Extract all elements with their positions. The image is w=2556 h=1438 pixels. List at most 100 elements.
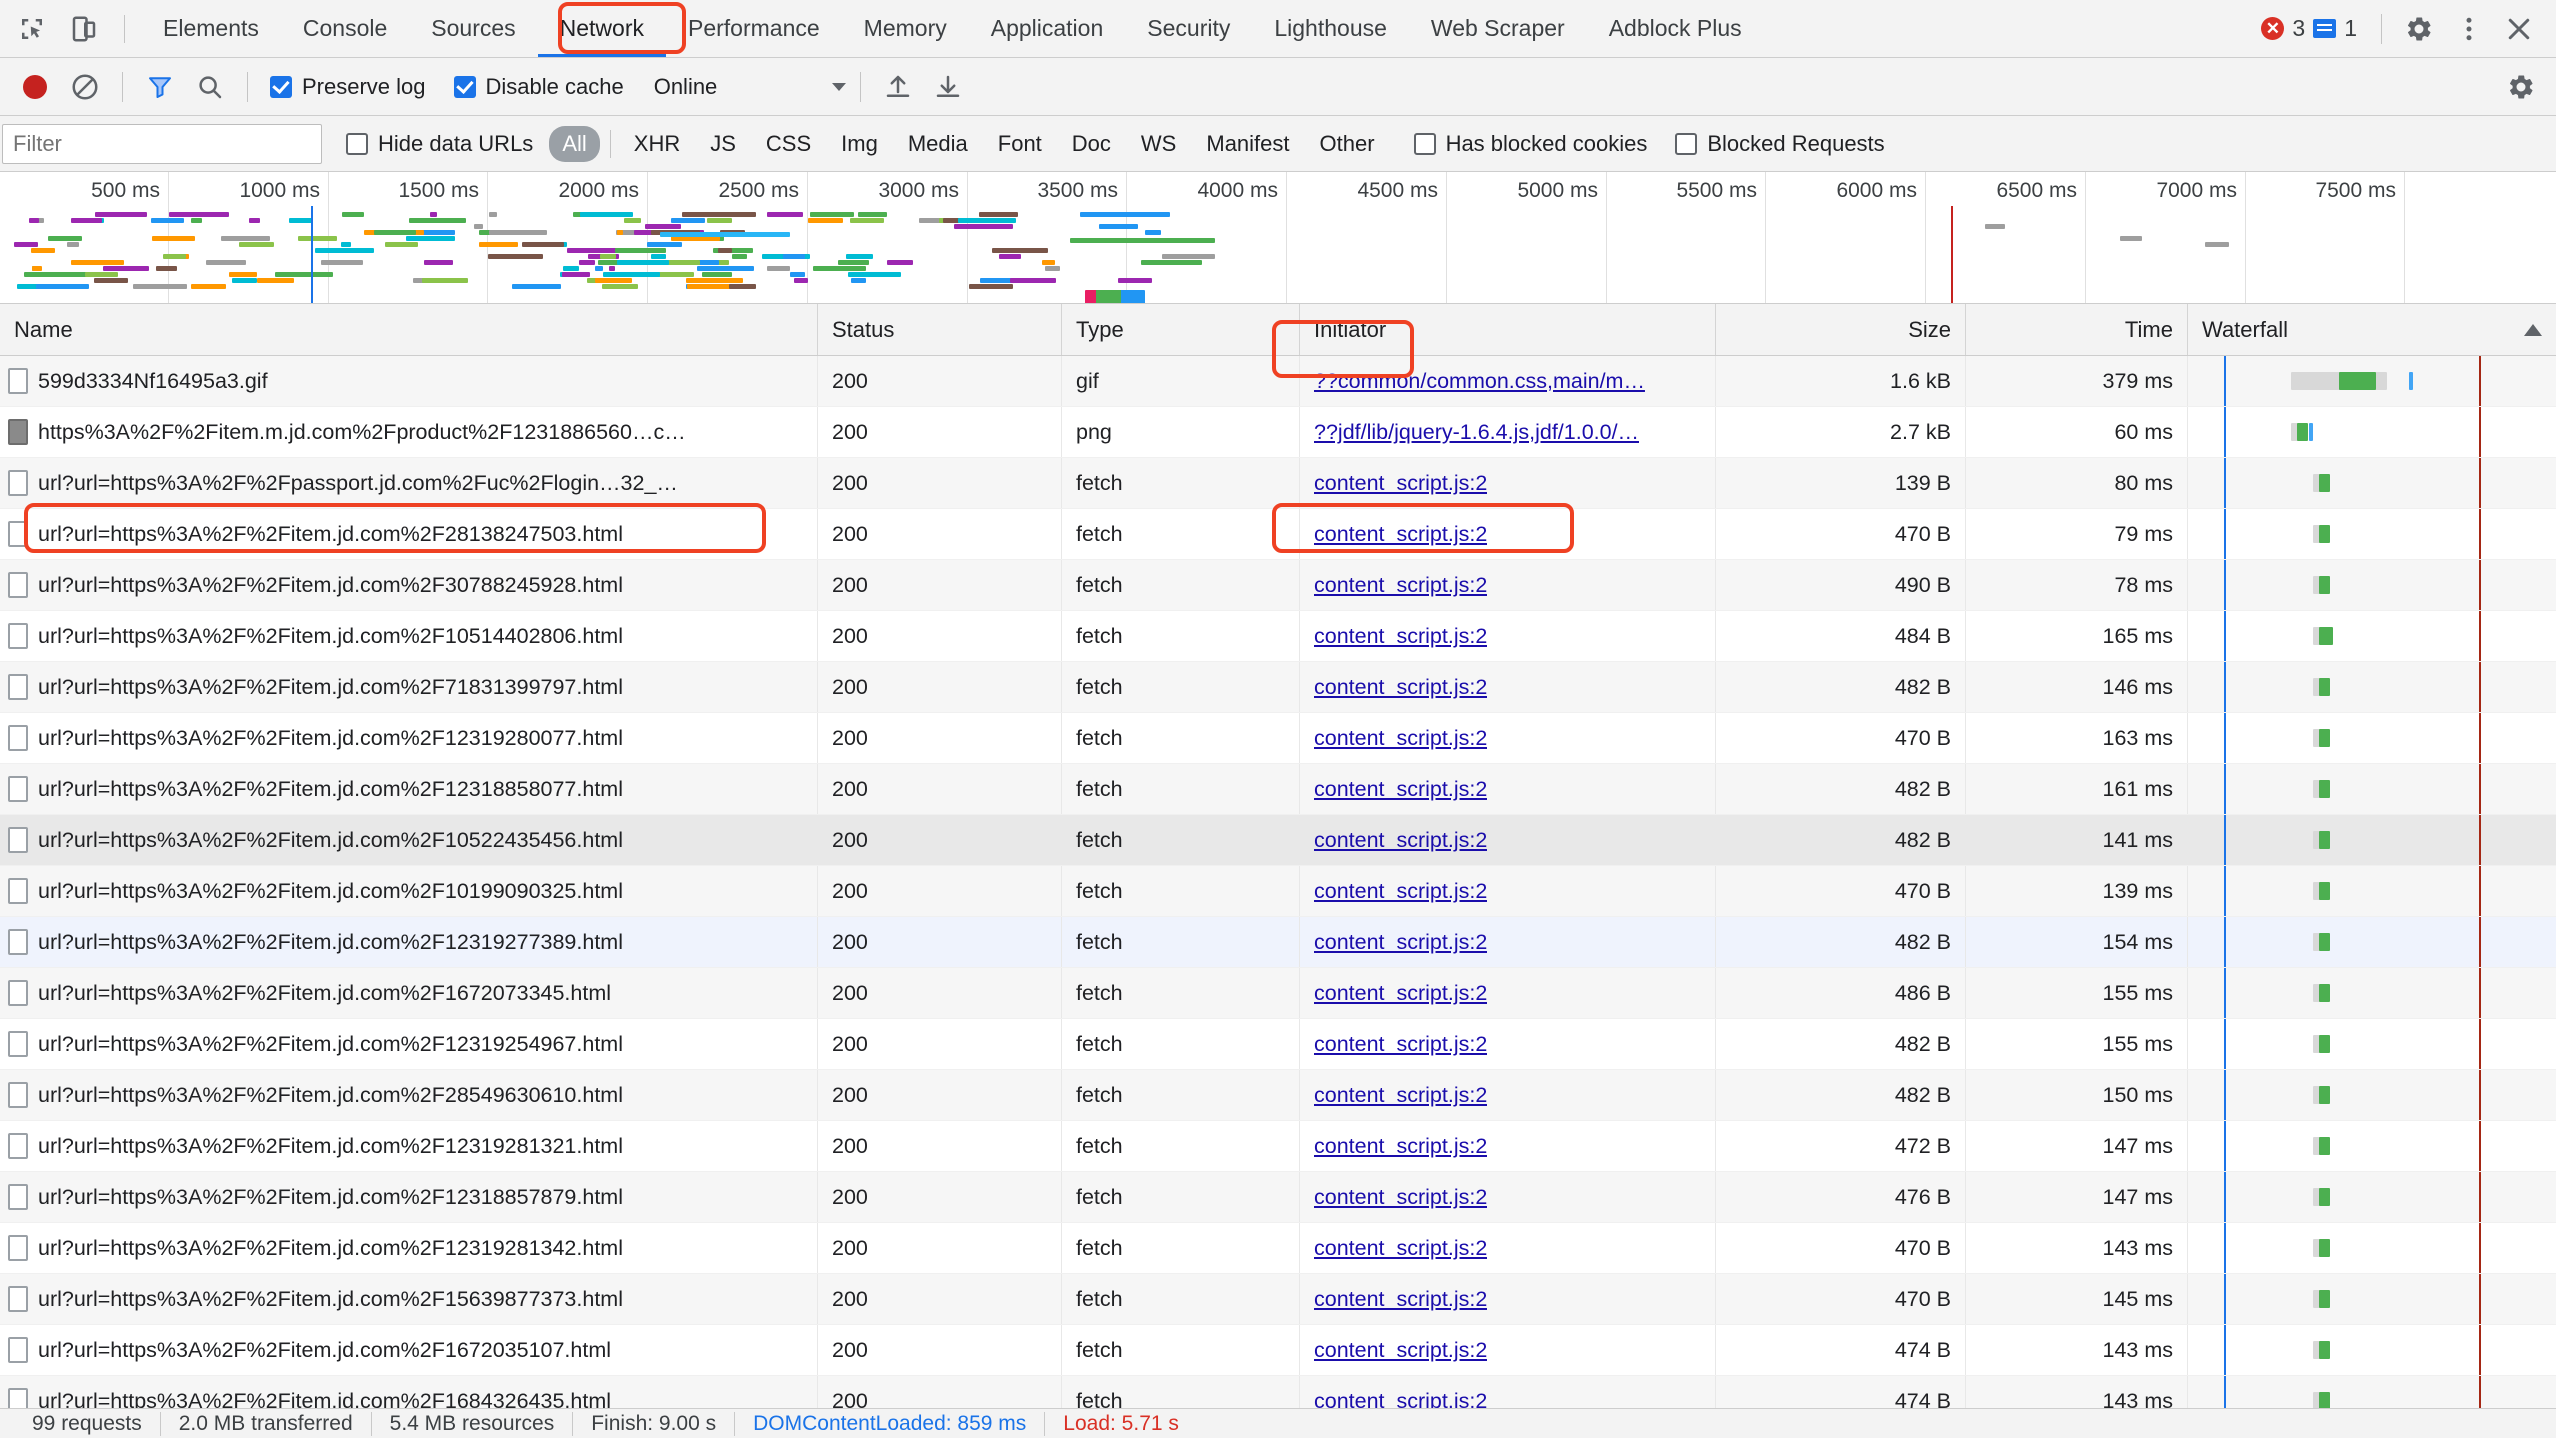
filter-type-css[interactable]: CSS [753,126,824,162]
table-row[interactable]: url?url=https%3A%2F%2Fitem.jd.com%2F1051… [0,611,2556,662]
filter-type-xhr[interactable]: XHR [621,126,693,162]
has-blocked-cookies-checkbox[interactable]: Has blocked cookies [1413,131,1647,157]
table-row[interactable]: url?url=https%3A%2F%2Fitem.jd.com%2F1672… [0,1325,2556,1376]
cell-name[interactable]: https%3A%2F%2Fitem.m.jd.com%2Fproduct%2F… [0,407,818,457]
settings-gear-icon[interactable] [2396,6,2442,52]
table-row[interactable]: url?url=https%3A%2F%2Fitem.jd.com%2F1019… [0,866,2556,917]
initiator-link[interactable]: content_script.js:2 [1314,981,1487,1006]
tab-web-scraper[interactable]: Web Scraper [1409,0,1587,57]
cell-name[interactable]: url?url=https%3A%2F%2Fitem.jd.com%2F1231… [0,917,818,967]
initiator-link[interactable]: content_script.js:2 [1314,1134,1487,1159]
initiator-link[interactable]: content_script.js:2 [1314,726,1487,751]
table-row[interactable]: url?url=https%3A%2F%2Fitem.jd.com%2F1231… [0,1019,2556,1070]
cell-name[interactable]: url?url=https%3A%2F%2Fitem.jd.com%2F1231… [0,1172,818,1222]
cell-name[interactable]: url?url=https%3A%2F%2Fitem.jd.com%2F2813… [0,509,818,559]
initiator-link[interactable]: content_script.js:2 [1314,1287,1487,1312]
export-har-icon[interactable] [925,64,971,110]
initiator-link[interactable]: content_script.js:2 [1314,471,1487,496]
cell-name[interactable]: url?url=https%3A%2F%2Fitem.jd.com%2F1019… [0,866,818,916]
initiator-link[interactable]: ??common/common.css,main/m… [1314,369,1645,394]
cell-name[interactable]: url?url=https%3A%2F%2Fitem.jd.com%2F1231… [0,713,818,763]
cell-name[interactable]: url?url=https%3A%2F%2Fitem.jd.com%2F1672… [0,1325,818,1375]
disable-cache-checkbox[interactable]: Disable cache [453,74,624,100]
column-header-status[interactable]: Status [818,304,1062,355]
initiator-link[interactable]: content_script.js:2 [1314,624,1487,649]
cell-name[interactable]: url?url=https%3A%2F%2Fitem.jd.com%2F3078… [0,560,818,610]
initiator-link[interactable]: content_script.js:2 [1314,1185,1487,1210]
table-row[interactable]: url?url=https%3A%2F%2Fitem.jd.com%2F1231… [0,764,2556,815]
inspect-element-icon[interactable] [10,7,54,51]
table-row[interactable]: url?url=https%3A%2F%2Fitem.jd.com%2F2854… [0,1070,2556,1121]
cell-name[interactable]: url?url=https%3A%2F%2Fitem.jd.com%2F1051… [0,611,818,661]
table-row[interactable]: url?url=https%3A%2F%2Fitem.jd.com%2F1231… [0,1172,2556,1223]
column-header-waterfall[interactable]: Waterfall [2188,304,2556,355]
search-icon[interactable] [187,64,233,110]
filter-type-manifest[interactable]: Manifest [1193,126,1302,162]
initiator-link[interactable]: content_script.js:2 [1314,1032,1487,1057]
import-har-icon[interactable] [875,64,921,110]
filter-toggle-button[interactable] [137,64,183,110]
filter-type-other[interactable]: Other [1307,126,1388,162]
table-row[interactable]: url?url=https%3A%2F%2Fitem.jd.com%2F1563… [0,1274,2556,1325]
filter-input[interactable] [2,123,322,164]
cell-name[interactable]: url?url=https%3A%2F%2Fitem.jd.com%2F1684… [0,1376,818,1408]
filter-type-font[interactable]: Font [985,126,1055,162]
table-row[interactable]: url?url=https%3A%2F%2Fpassport.jd.com%2F… [0,458,2556,509]
column-header-name[interactable]: Name [0,304,818,355]
filter-type-js[interactable]: JS [697,126,749,162]
table-row[interactable]: https%3A%2F%2Fitem.m.jd.com%2Fproduct%2F… [0,407,2556,458]
initiator-link[interactable]: content_script.js:2 [1314,1338,1487,1363]
tab-elements[interactable]: Elements [141,0,281,57]
cell-name[interactable]: url?url=https%3A%2F%2Fpassport.jd.com%2F… [0,458,818,508]
initiator-link[interactable]: ??jdf/lib/jquery-1.6.4.js,jdf/1.0.0/… [1314,420,1639,445]
network-overview-timeline[interactable]: 500 ms 1000 ms 1500 ms 2000 ms 2500 ms 3000 m… [0,172,2556,304]
cell-name[interactable]: url?url=https%3A%2F%2Fitem.jd.com%2F1231… [0,1121,818,1171]
initiator-link[interactable]: content_script.js:2 [1314,522,1487,547]
tab-adblock-plus[interactable]: Adblock Plus [1587,0,1764,57]
throttling-select[interactable]: Online [654,74,846,100]
cell-name[interactable]: url?url=https%3A%2F%2Fitem.jd.com%2F1231… [0,764,818,814]
requests-table-body[interactable]: 599d3334Nf16495a3.gif 200 gif ??common/comm… [0,356,2556,1408]
table-row[interactable]: url?url=https%3A%2F%2Fitem.jd.com%2F3078… [0,560,2556,611]
table-row[interactable]: url?url=https%3A%2F%2Fitem.jd.com%2F1231… [0,1223,2556,1274]
clear-button[interactable] [62,64,108,110]
column-header-initiator[interactable]: Initiator [1300,304,1716,355]
tab-performance[interactable]: Performance [666,0,842,57]
cell-name[interactable]: url?url=https%3A%2F%2Fitem.jd.com%2F1231… [0,1223,818,1273]
blocked-requests-checkbox[interactable]: Blocked Requests [1675,131,1885,157]
cell-name[interactable]: url?url=https%3A%2F%2Fitem.jd.com%2F1672… [0,968,818,1018]
tab-memory[interactable]: Memory [842,0,969,57]
cell-name[interactable]: url?url=https%3A%2F%2Fitem.jd.com%2F1563… [0,1274,818,1324]
column-header-time[interactable]: Time [1966,304,2188,355]
initiator-link[interactable]: content_script.js:2 [1314,879,1487,904]
filter-type-img[interactable]: Img [828,126,891,162]
initiator-link[interactable]: content_script.js:2 [1314,1236,1487,1261]
initiator-link[interactable]: content_script.js:2 [1314,573,1487,598]
preserve-log-checkbox[interactable]: Preserve log [270,74,426,100]
filter-type-media[interactable]: Media [895,126,981,162]
issues-counter[interactable]: ✕ 3 1 [2251,15,2367,42]
tab-application[interactable]: Application [969,0,1126,57]
network-settings-gear-icon[interactable] [2498,64,2544,110]
initiator-link[interactable]: content_script.js:2 [1314,777,1487,802]
table-row[interactable]: url?url=https%3A%2F%2Fitem.jd.com%2F1231… [0,713,2556,764]
table-row[interactable]: url?url=https%3A%2F%2Fitem.jd.com%2F2813… [0,509,2556,560]
cell-name[interactable]: url?url=https%3A%2F%2Fitem.jd.com%2F1052… [0,815,818,865]
tab-security[interactable]: Security [1125,0,1252,57]
toggle-device-toolbar-icon[interactable] [62,7,106,51]
tab-console[interactable]: Console [281,0,409,57]
tab-lighthouse[interactable]: Lighthouse [1252,0,1409,57]
initiator-link[interactable]: content_script.js:2 [1314,1389,1487,1409]
cell-name[interactable]: url?url=https%3A%2F%2Fitem.jd.com%2F2854… [0,1070,818,1120]
cell-name[interactable]: url?url=https%3A%2F%2Fitem.jd.com%2F7183… [0,662,818,712]
record-button[interactable] [12,64,58,110]
initiator-link[interactable]: content_script.js:2 [1314,930,1487,955]
tab-sources[interactable]: Sources [409,0,537,57]
table-row[interactable]: url?url=https%3A%2F%2Fitem.jd.com%2F7183… [0,662,2556,713]
table-row[interactable]: url?url=https%3A%2F%2Fitem.jd.com%2F1672… [0,968,2556,1019]
initiator-link[interactable]: content_script.js:2 [1314,828,1487,853]
filter-type-doc[interactable]: Doc [1059,126,1124,162]
table-row[interactable]: url?url=https%3A%2F%2Fitem.jd.com%2F1231… [0,917,2556,968]
hide-data-urls-checkbox[interactable]: Hide data URLs [346,131,533,157]
initiator-link[interactable]: content_script.js:2 [1314,675,1487,700]
